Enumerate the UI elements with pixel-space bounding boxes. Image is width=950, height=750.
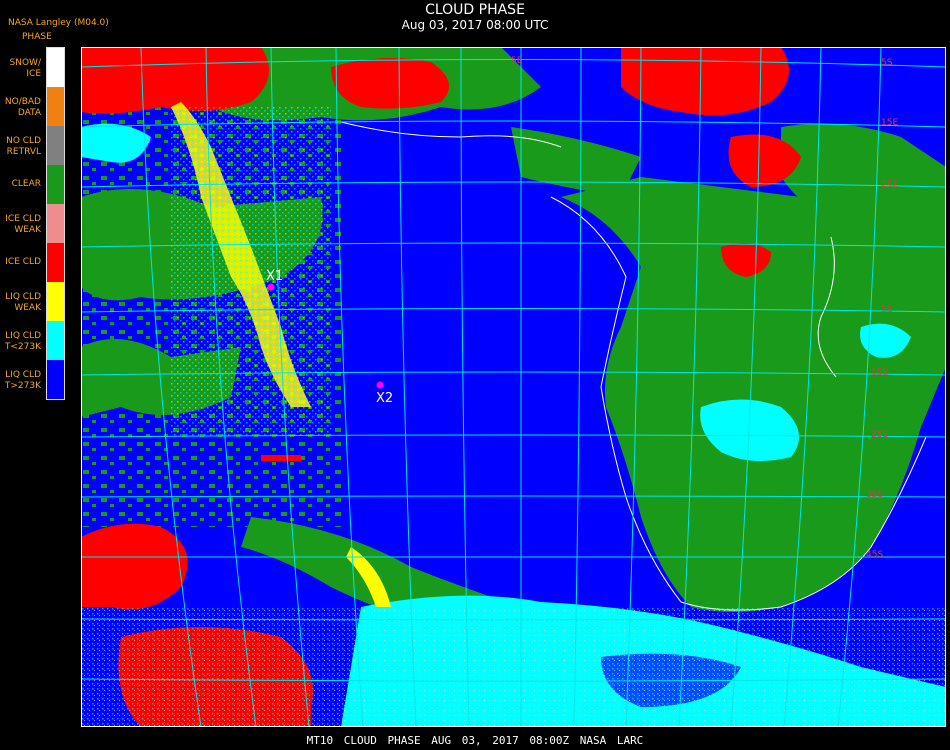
legend-swatch (47, 360, 65, 399)
legend-label: LIQ CLD T>273K (4, 370, 41, 391)
legend-swatch (47, 126, 65, 165)
legend-label: LIQ CLD T<273K (4, 331, 41, 352)
legend-label: ICE CLD (5, 257, 41, 267)
legend-item-ice-cld-weak: ICE CLD WEAK (0, 204, 66, 243)
legend-swatch (47, 165, 65, 204)
cloud-phase-map[interactable]: X1 X2 5E 5S 15E 25E 5S 15S 25S 35S 45S (81, 47, 946, 727)
legend-swatch (47, 204, 65, 243)
grid-label: 25E (881, 180, 898, 190)
legend-item-no-bad-data: NO/BAD DATA (0, 87, 66, 126)
legend-item-clear: CLEAR (0, 165, 66, 204)
liquid-cloud-weak-speckle (171, 107, 331, 437)
legend-item-ice-cld: ICE CLD (0, 243, 66, 282)
legend-label: SNOW/ ICE (9, 58, 41, 79)
map-timestamp: Aug 03, 2017 08:00 UTC (401, 18, 549, 32)
legend-swatch (47, 87, 65, 126)
footer-caption: MT10 CLOUD PHASE AUG 03, 2017 08:00Z NAS… (306, 734, 644, 747)
grid-label: 35S (866, 490, 883, 500)
legend-label: NO/BAD DATA (4, 97, 41, 118)
legend-label: NO CLD RETRVL (6, 136, 41, 157)
grid-label: 15S (871, 368, 888, 378)
liquid-cloud-cold-speckle (81, 607, 946, 727)
grid-label: 5E (511, 56, 523, 66)
legend-swatch (47, 243, 65, 282)
ice-cloud-streak (261, 455, 301, 461)
legend-item-no-cld-retrvl: NO CLD RETRVL (0, 126, 66, 165)
legend-title: PHASE (22, 32, 52, 42)
legend-item-liq-cld-cold: LIQ CLD T<273K (0, 321, 66, 360)
grid-label: 5S (881, 305, 893, 315)
data-source-label: NASA Langley (M04.0) (8, 18, 109, 28)
map-title: CLOUD PHASE (425, 2, 525, 18)
legend-swatch (47, 321, 65, 360)
grid-label: 5S (881, 58, 893, 68)
legend-label: LIQ CLD WEAK (5, 292, 41, 313)
legend-swatch (47, 282, 65, 321)
marker-x1-dot (267, 283, 275, 291)
legend-swatch (47, 48, 65, 87)
legend-label: ICE CLD WEAK (5, 214, 41, 235)
marker-x2-label: X2 (376, 391, 393, 406)
marker-x2-dot (376, 381, 384, 389)
legend-item-liq-cld-weak: LIQ CLD WEAK (0, 282, 66, 321)
ice-cloud-region-nw (81, 47, 269, 114)
legend-label: CLEAR (11, 179, 41, 189)
grid-label: 15E (881, 118, 898, 128)
legend-item-snow-ice: SNOW/ ICE (0, 48, 66, 87)
grid-label: 25S (871, 430, 888, 440)
legend-item-liq-cld-warm: LIQ CLD T>273K (0, 360, 66, 399)
ice-cloud-region (331, 58, 449, 109)
marker-x1-label: X1 (266, 269, 283, 284)
grid-label: 45S (866, 550, 883, 560)
